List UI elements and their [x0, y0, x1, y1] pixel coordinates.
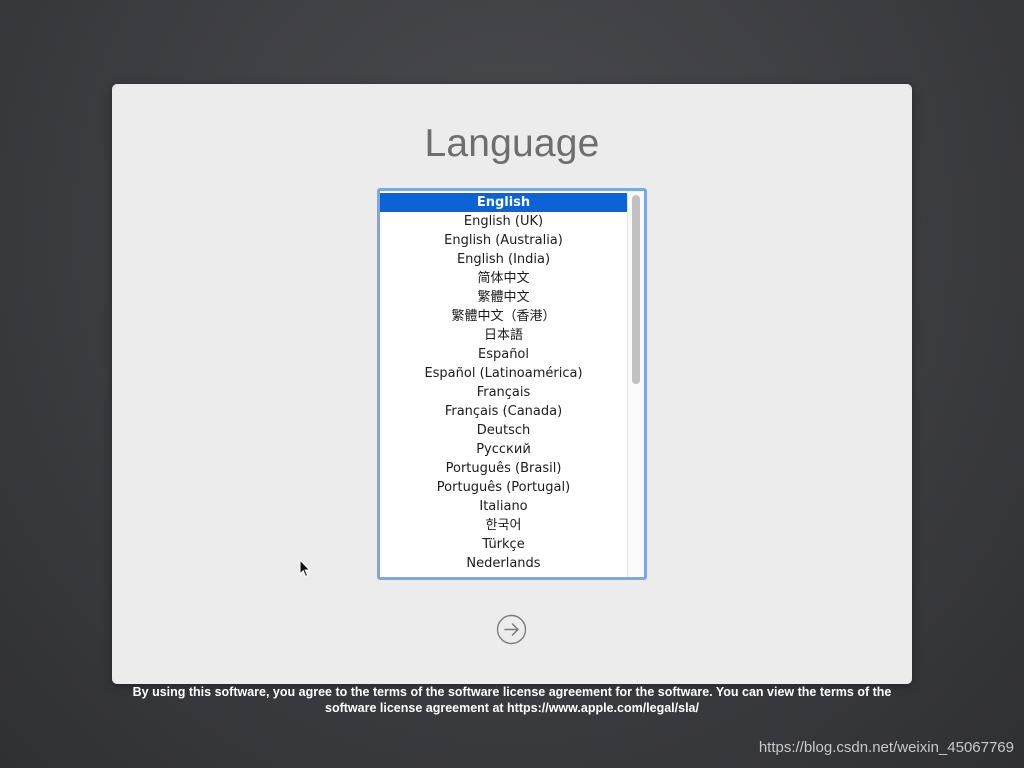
list-item[interactable]: English (India) — [380, 250, 627, 269]
mouse-pointer-icon — [299, 559, 311, 578]
list-scrollbar[interactable] — [627, 191, 644, 577]
list-item[interactable]: 한국어 — [380, 516, 627, 535]
list-item[interactable]: Français — [380, 383, 627, 402]
list-item[interactable]: Nederlands — [380, 554, 627, 573]
language-panel: Language English English (UK) English (A… — [112, 84, 912, 684]
list-item[interactable]: 繁體中文 — [380, 288, 627, 307]
list-item[interactable]: Italiano — [380, 497, 627, 516]
language-list[interactable]: English English (UK) English (Australia)… — [377, 188, 647, 580]
list-item[interactable]: Русский — [380, 440, 627, 459]
continue-button[interactable] — [496, 614, 527, 645]
list-item[interactable]: English (UK) — [380, 212, 627, 231]
list-item[interactable]: Español — [380, 345, 627, 364]
list-item[interactable]: Türkçe — [380, 535, 627, 554]
list-item[interactable]: Deutsch — [380, 421, 627, 440]
license-notice: By using this software, you agree to the… — [132, 685, 892, 715]
watermark-text: https://blog.csdn.net/weixin_45067769 — [758, 739, 1014, 756]
list-item[interactable]: Português (Portugal) — [380, 478, 627, 497]
list-item[interactable]: 简体中文 — [380, 269, 627, 288]
page-title: Language — [424, 122, 600, 165]
list-item[interactable]: English — [380, 193, 627, 212]
arrow-right-circle-icon — [496, 614, 527, 645]
language-list-items: English English (UK) English (Australia)… — [380, 193, 627, 573]
list-item[interactable]: 日本語 — [380, 326, 627, 345]
list-item[interactable]: Français (Canada) — [380, 402, 627, 421]
scrollbar-thumb[interactable] — [632, 195, 640, 384]
list-item[interactable]: English (Australia) — [380, 231, 627, 250]
list-item[interactable]: Português (Brasil) — [380, 459, 627, 478]
list-item[interactable]: 繁體中文（香港） — [380, 307, 627, 326]
installer-screen: { "title": "Language", "languages": [ "E… — [0, 0, 1024, 768]
list-item[interactable]: Español (Latinoamérica) — [380, 364, 627, 383]
